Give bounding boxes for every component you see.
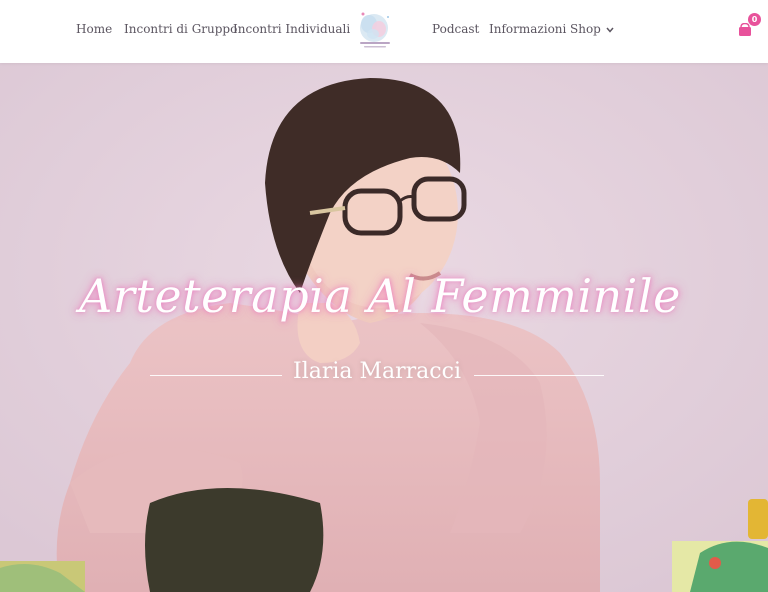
hero-photo [0, 63, 768, 592]
nav-shop[interactable]: Shop [570, 20, 614, 38]
nav-incontri-di-gruppo[interactable]: Incontri di Gruppo [124, 20, 237, 38]
cart-count-badge: 0 [748, 13, 761, 26]
nav-shop-label: Shop [570, 22, 601, 36]
hero-section: Arteterapia Al Femminile Ilaria Marracci [0, 63, 768, 592]
nav-informazioni[interactable]: Informazioni [489, 20, 566, 38]
site-logo[interactable] [352, 6, 398, 52]
site-header: Home Incontri di Gruppo Incontri Individ… [0, 0, 768, 63]
cart-button[interactable]: 0 [736, 13, 762, 40]
nav-home[interactable]: Home [76, 20, 112, 38]
nav-incontri-individuali[interactable]: Incontri Individuali [233, 20, 350, 38]
hero-subtitle: Ilaria Marracci [293, 359, 461, 384]
chevron-down-icon [606, 27, 614, 33]
watercolor-logo-icon [360, 12, 390, 48]
nav-podcast[interactable]: Podcast [432, 20, 479, 38]
hero-subtitle-divider-right [474, 375, 604, 376]
hero-title: Arteterapia Al Femminile [79, 269, 681, 323]
shopping-bag-icon [739, 23, 751, 36]
